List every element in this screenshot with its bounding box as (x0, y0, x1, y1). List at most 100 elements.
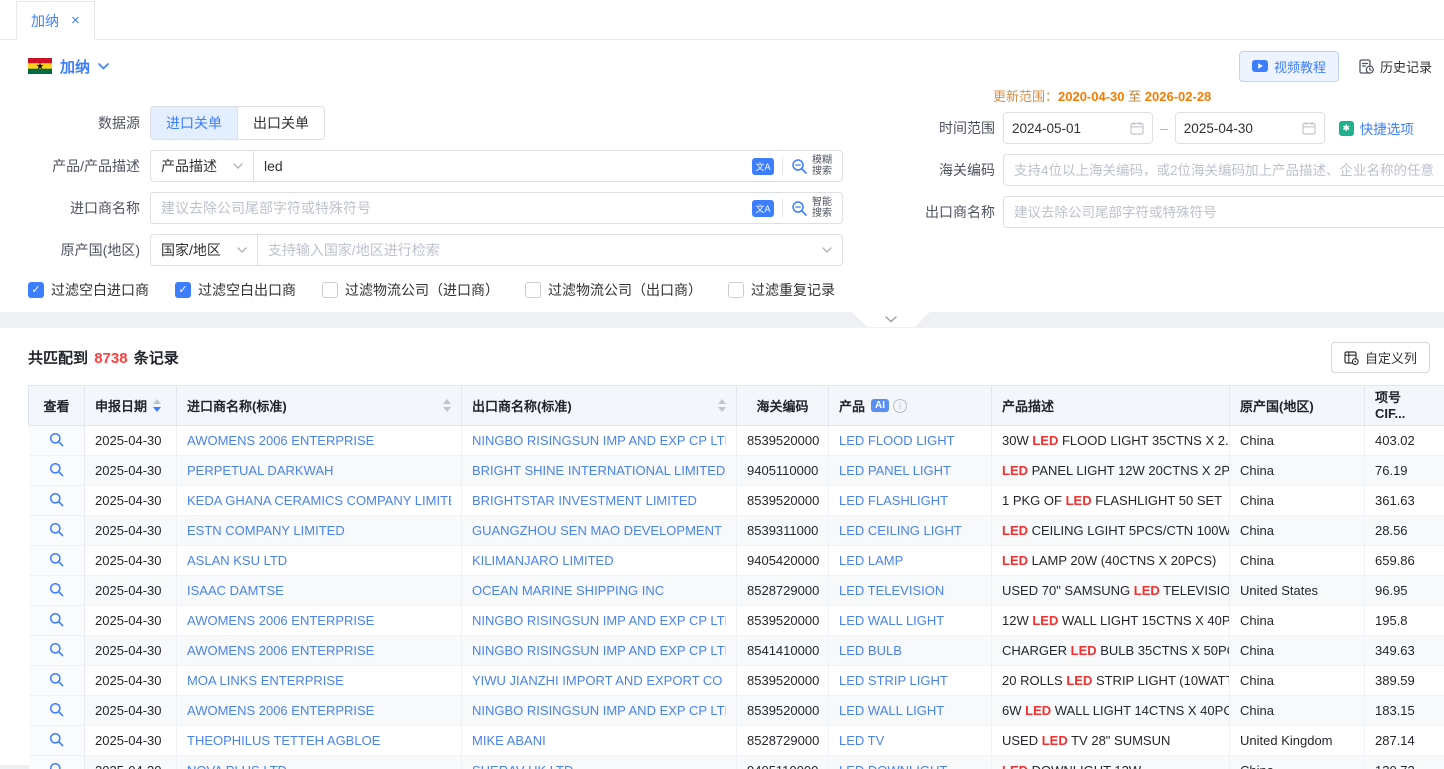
datasource-option-import[interactable]: 进口关单 (151, 107, 237, 139)
exporter-link[interactable]: BRIGHT SHINE INTERNATIONAL LIMITED (472, 463, 726, 478)
exporter-link[interactable]: NINGBO RISINGSUN IMP AND EXP CP LTD (472, 703, 726, 718)
checkbox-checked-icon[interactable]: ✓ (28, 282, 44, 298)
product-link[interactable]: LED WALL LIGHT (839, 613, 981, 628)
exporter-link[interactable]: NINGBO RISINGSUN IMP AND EXP CP LTD (472, 643, 726, 658)
info-icon[interactable]: i (893, 399, 907, 413)
view-record-icon[interactable] (49, 582, 64, 597)
sort-icons[interactable] (718, 399, 726, 412)
date-from-picker[interactable] (1003, 112, 1153, 144)
smart-search-button[interactable]: 智能搜索 (791, 197, 842, 219)
product-link[interactable]: LED TELEVISION (839, 583, 981, 598)
view-record-icon[interactable] (49, 612, 64, 627)
filter-checkbox-3[interactable]: 过滤物流公司（出口商） (525, 280, 702, 300)
view-record-icon[interactable] (49, 732, 64, 747)
importer-link[interactable]: ISAAC DAMTSE (187, 583, 451, 598)
history-button[interactable]: 历史记录 (1359, 57, 1432, 76)
view-record-icon[interactable] (49, 672, 64, 687)
importer-link[interactable]: MOA LINKS ENTERPRISE (187, 673, 451, 688)
exporter-link[interactable]: YIWU JIANZHI IMPORT AND EXPORT CO LTD (472, 673, 726, 688)
view-record-icon[interactable] (49, 642, 64, 657)
product-link[interactable]: LED STRIP LIGHT (839, 673, 981, 688)
video-tutorial-button[interactable]: 视频教程 (1239, 51, 1339, 82)
checkbox-checked-icon[interactable]: ✓ (175, 282, 191, 298)
hscode-cell: 8539520000 (737, 486, 829, 516)
view-cell (29, 486, 85, 516)
importer-link[interactable]: AWOMENS 2006 ENTERPRISE (187, 433, 451, 448)
checkbox-unchecked-icon[interactable] (728, 282, 744, 298)
origin-country-input[interactable] (258, 235, 822, 265)
date-to-input[interactable] (1184, 121, 1302, 136)
importer-link[interactable]: THEOPHILUS TETTEH AGBLOE (187, 733, 451, 748)
exporter-input-wrap (1003, 196, 1444, 228)
customize-columns-button[interactable]: 自定义列 (1331, 342, 1430, 373)
datasource-option-export[interactable]: 出口关单 (237, 107, 324, 139)
exporter-link[interactable]: NINGBO RISINGSUN IMP AND EXP CP LTD (472, 613, 726, 628)
sort-icons[interactable] (153, 399, 161, 412)
country-selector[interactable]: 加纳 (28, 56, 109, 77)
tab-ghana[interactable]: 加纳 × (16, 1, 95, 40)
view-record-icon[interactable] (49, 492, 64, 507)
product-link[interactable]: LED DOWNLIGHT (839, 763, 981, 769)
view-record-icon[interactable] (49, 762, 64, 769)
view-record-icon[interactable] (49, 702, 64, 717)
importer-link[interactable]: AWOMENS 2006 ENTERPRISE (187, 613, 451, 628)
importer-link[interactable]: KEDA GHANA CERAMICS COMPANY LIMITED (187, 493, 451, 508)
exporter-link[interactable]: NINGBO RISINGSUN IMP AND EXP CP LTD (472, 433, 726, 448)
view-record-icon[interactable] (49, 432, 64, 447)
customize-columns-label: 自定义列 (1365, 348, 1417, 367)
importer-link[interactable]: PERPETUAL DARKWAH (187, 463, 451, 478)
importer-link[interactable]: NOVA PLUS LTD (187, 763, 451, 769)
chevron-down-icon[interactable] (822, 247, 832, 253)
cif-cell: 389.59 (1365, 666, 1444, 696)
date-to-picker[interactable] (1175, 112, 1325, 144)
quick-options-link[interactable]: ✱ 快捷选项 (1339, 118, 1414, 138)
product-link[interactable]: LED LAMP (839, 553, 981, 568)
hscode-input[interactable] (1004, 155, 1444, 185)
product-link[interactable]: LED FLOOD LIGHT (839, 433, 981, 448)
translate-icon[interactable]: 文A (752, 158, 774, 175)
exporter-link[interactable]: MIKE ABANI (472, 733, 726, 748)
filter-checkbox-0[interactable]: ✓过滤空白进口商 (28, 280, 149, 300)
importer-name-input[interactable] (151, 193, 752, 223)
product-link[interactable]: LED PANEL LIGHT (839, 463, 981, 478)
origin-type-select[interactable]: 国家/地区 (151, 235, 258, 265)
exporter-link[interactable]: KILIMANJARO LIMITED (472, 553, 726, 568)
importer-link[interactable]: AWOMENS 2006 ENTERPRISE (187, 643, 451, 658)
importer-link[interactable]: ESTN COMPANY LIMITED (187, 523, 451, 538)
product-link[interactable]: LED TV (839, 733, 981, 748)
product-link[interactable]: LED WALL LIGHT (839, 703, 981, 718)
checkbox-unchecked-icon[interactable] (322, 282, 338, 298)
product-link[interactable]: LED CEILING LIGHT (839, 523, 981, 538)
filter-checkbox-4[interactable]: 过滤重复记录 (728, 280, 835, 300)
date-from-input[interactable] (1012, 121, 1130, 136)
fuzzy-search-button[interactable]: 模糊搜索 (791, 155, 842, 177)
filter-checkbox-2[interactable]: 过滤物流公司（进口商） (322, 280, 499, 300)
view-cell (29, 666, 85, 696)
sort-icons[interactable] (443, 399, 451, 412)
exporter-link[interactable]: GUANGZHOU SEN MAO DEVELOPMENT C... (472, 523, 726, 538)
product-link[interactable]: LED BULB (839, 643, 981, 658)
collapse-panel-handle[interactable] (852, 312, 930, 327)
exporter-link[interactable]: OCEAN MARINE SHIPPING INC (472, 583, 726, 598)
product-type-select[interactable]: 产品描述 (151, 151, 254, 181)
translate-icon[interactable]: 文A (752, 200, 774, 217)
checkbox-unchecked-icon[interactable] (525, 282, 541, 298)
col-item-cif[interactable]: 项号CIF... (1365, 386, 1444, 426)
exporter-link[interactable]: SHERAV HK LTD (472, 763, 726, 769)
tab-close-icon[interactable]: × (71, 13, 80, 28)
col-exporter[interactable]: 出口商名称(标准) (462, 386, 737, 426)
view-record-icon[interactable] (49, 462, 64, 477)
keyword-highlight: LED (1042, 733, 1068, 748)
importer-link[interactable]: AWOMENS 2006 ENTERPRISE (187, 703, 451, 718)
product-link[interactable]: LED FLASHLIGHT (839, 493, 981, 508)
exporter-name-input[interactable] (1004, 197, 1444, 227)
datasource-row: 数据源 进口关单 出口关单 (28, 106, 843, 140)
importer-link[interactable]: ASLAN KSU LTD (187, 553, 451, 568)
product-search-input[interactable] (254, 151, 752, 181)
col-importer[interactable]: 进口商名称(标准) (177, 386, 462, 426)
filter-checkbox-1[interactable]: ✓过滤空白出口商 (175, 280, 296, 300)
col-date[interactable]: 申报日期 (85, 386, 177, 426)
exporter-link[interactable]: BRIGHTSTAR INVESTMENT LIMITED (472, 493, 726, 508)
view-record-icon[interactable] (49, 522, 64, 537)
view-record-icon[interactable] (49, 552, 64, 567)
